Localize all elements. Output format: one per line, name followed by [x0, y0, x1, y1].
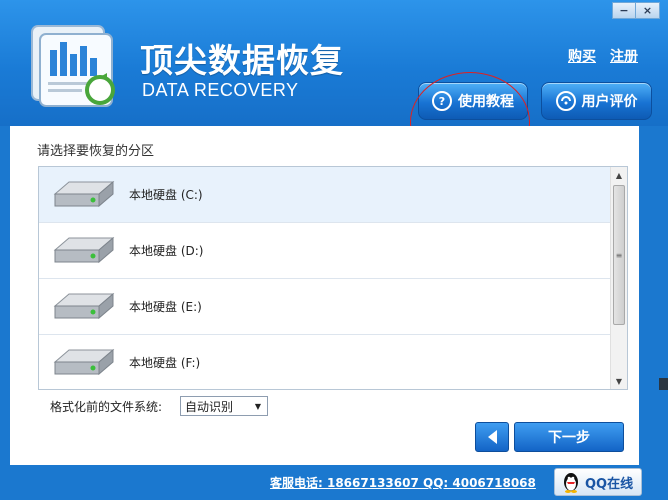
partition-row-e[interactable]: 本地硬盘 (E:) — [39, 279, 611, 335]
scroll-up-icon[interactable]: ▲ — [611, 167, 627, 183]
partition-row-f[interactable]: 本地硬盘 (F:) — [39, 335, 611, 389]
filesystem-value: 自动识别 — [185, 399, 234, 414]
logo-icon — [31, 25, 115, 107]
filesystem-label: 格式化前的文件系统: — [50, 400, 163, 414]
scroll-thumb[interactable]: ≡ — [613, 185, 625, 325]
main-panel: 请选择要恢复的分区 本地硬盘 (C:) 本地硬盘 (D:) 本地硬盘 (E:) … — [10, 126, 639, 465]
partition-list[interactable]: 本地硬盘 (C:) 本地硬盘 (D:) 本地硬盘 (E:) 本地硬盘 (F:) … — [38, 166, 628, 390]
close-button[interactable]: × — [636, 2, 660, 19]
app-title: 顶尖数据恢复 — [140, 41, 344, 80]
app-subtitle: DATA RECOVERY — [142, 80, 299, 100]
next-button[interactable]: 下一步 — [514, 422, 624, 452]
partition-row-c[interactable]: 本地硬盘 (C:) — [39, 167, 611, 223]
window-edge — [659, 378, 668, 390]
hard-drive-icon — [53, 236, 115, 263]
user-review-button[interactable]: 用户评价 — [541, 82, 652, 120]
back-arrow-icon — [487, 430, 497, 444]
hard-drive-icon — [53, 348, 115, 375]
partition-label: 本地硬盘 (D:) — [129, 244, 204, 258]
partition-prompt: 请选择要恢复的分区 — [37, 144, 155, 159]
minimize-button[interactable]: − — [612, 2, 636, 19]
header: − × 顶尖数据恢复 DATA RECOVERY 购买 注册 ? 使用教程 用户… — [0, 0, 668, 126]
qq-online-button[interactable]: QQ在线 — [554, 468, 642, 496]
register-link[interactable]: 注册 — [610, 46, 638, 66]
partition-label: 本地硬盘 (F:) — [129, 356, 201, 370]
contact-info[interactable]: 客服电话: 18667133607 QQ: 4006718068 — [270, 474, 536, 491]
back-button[interactable] — [475, 422, 509, 452]
window-controls: − × — [612, 2, 660, 19]
top-links: 购买 注册 — [568, 46, 638, 66]
partition-row-d[interactable]: 本地硬盘 (D:) — [39, 223, 611, 279]
qq-penguin-icon — [564, 473, 578, 493]
partition-label: 本地硬盘 (E:) — [129, 300, 202, 314]
hard-drive-icon — [53, 292, 115, 319]
qq-label: QQ在线 — [585, 476, 634, 492]
filesystem-select[interactable]: 自动识别 ▼ — [180, 396, 268, 416]
list-scrollbar[interactable]: ▲ ≡ ▼ — [610, 167, 627, 389]
review-icon — [555, 91, 576, 111]
partition-label: 本地硬盘 (C:) — [129, 188, 203, 202]
buy-link[interactable]: 购买 — [568, 46, 596, 66]
hard-drive-icon — [53, 180, 115, 207]
scroll-down-icon[interactable]: ▼ — [611, 373, 627, 389]
review-label: 用户评价 — [581, 94, 638, 110]
chevron-down-icon: ▼ — [254, 401, 262, 411]
